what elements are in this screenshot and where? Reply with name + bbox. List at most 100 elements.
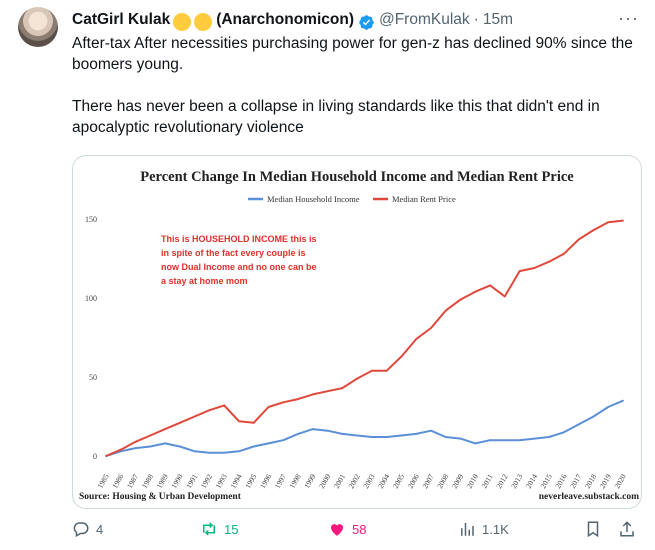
x-tick-label: 2009 bbox=[450, 472, 465, 490]
x-tick-label: 1994 bbox=[228, 472, 243, 490]
data-point bbox=[563, 431, 565, 434]
data-point bbox=[193, 415, 196, 418]
annotation-line: now Dual Income and no one can be bbox=[161, 262, 317, 272]
x-tick-label: 2000 bbox=[317, 472, 332, 490]
x-tick-label: 2020 bbox=[612, 472, 627, 490]
chart-legend: Median Household Income Median Rent Pric… bbox=[248, 194, 456, 204]
data-point bbox=[164, 428, 166, 431]
chart-title: Percent Change In Median Household Incom… bbox=[140, 169, 574, 185]
reply-count: 4 bbox=[96, 521, 104, 537]
like-button[interactable]: 58 bbox=[328, 520, 366, 538]
x-tick-label: 2006 bbox=[406, 472, 421, 490]
tweet[interactable]: CatGirl Kulak (Anarchonomicon) @FromKula… bbox=[0, 0, 655, 550]
tweet-text-paragraph-1: After-tax After necessities purchasing p… bbox=[72, 35, 633, 73]
author-suffix[interactable]: (Anarchonomicon) bbox=[216, 11, 354, 29]
data-point bbox=[400, 355, 403, 358]
x-tick-label: 2010 bbox=[465, 472, 480, 490]
x-tick-label: 1993 bbox=[214, 472, 229, 490]
data-point bbox=[134, 440, 137, 443]
like-count: 58 bbox=[352, 521, 367, 537]
annotation-line: a stay at home mom bbox=[161, 276, 248, 286]
x-axis: 1985 1986 1987 1988 1989 1990 1991 1992 1993 1994… bbox=[95, 472, 627, 490]
data-point bbox=[518, 439, 521, 442]
data-point bbox=[238, 450, 240, 453]
data-point bbox=[119, 448, 122, 451]
data-point bbox=[385, 436, 388, 438]
y-tick-label: 150 bbox=[85, 215, 97, 224]
share-button[interactable] bbox=[618, 520, 642, 538]
data-point bbox=[149, 434, 152, 437]
x-tick-label: 1996 bbox=[258, 472, 273, 490]
data-point bbox=[356, 377, 359, 380]
chart-annotation: This is HOUSEHOLD INCOME this is in spite… bbox=[161, 234, 317, 286]
data-point bbox=[503, 295, 506, 298]
data-point bbox=[208, 409, 211, 412]
data-point bbox=[208, 451, 211, 454]
tweet-media-image[interactable]: Percent Change In Median Household Incom… bbox=[72, 155, 642, 509]
x-tick-label: 1988 bbox=[140, 472, 155, 490]
data-point bbox=[533, 267, 536, 269]
x-tick-label: 1986 bbox=[110, 472, 125, 490]
x-tick-label: 1997 bbox=[273, 472, 288, 490]
avatar[interactable] bbox=[18, 7, 58, 47]
x-tick-label: 2019 bbox=[598, 472, 613, 490]
x-tick-label: 1991 bbox=[184, 472, 199, 490]
timestamp[interactable]: 15m bbox=[483, 11, 513, 29]
data-point bbox=[223, 404, 226, 407]
y-axis: 0 50 100 150 bbox=[85, 215, 97, 461]
line-chart: Percent Change In Median Household Incom… bbox=[79, 169, 639, 502]
data-point bbox=[415, 432, 418, 435]
data-point bbox=[149, 445, 152, 448]
chart-credit: neverleave.substack.com bbox=[539, 492, 639, 502]
data-point bbox=[415, 338, 418, 340]
data-point bbox=[105, 455, 107, 457]
bookmark-button[interactable] bbox=[584, 520, 608, 538]
x-tick-label: 2017 bbox=[568, 472, 583, 490]
y-tick-label: 0 bbox=[93, 452, 97, 461]
retweet-button[interactable]: 15 bbox=[200, 520, 238, 538]
x-tick-label: 1989 bbox=[155, 472, 170, 490]
retweet-icon bbox=[203, 522, 215, 536]
data-point bbox=[252, 445, 255, 448]
data-point bbox=[311, 393, 314, 396]
annotation-line: This is HOUSEHOLD INCOME this is bbox=[161, 234, 317, 244]
x-tick-label: 2015 bbox=[539, 472, 554, 490]
data-point bbox=[193, 450, 196, 453]
data-point bbox=[297, 398, 299, 401]
data-point bbox=[178, 421, 181, 424]
author-name[interactable]: CatGirl Kulak bbox=[72, 11, 170, 29]
data-point bbox=[548, 436, 551, 438]
retweet-count: 15 bbox=[224, 521, 239, 537]
data-point bbox=[370, 369, 373, 372]
data-point bbox=[341, 432, 344, 435]
views-button[interactable]: 1.1K bbox=[458, 520, 509, 538]
data-point bbox=[577, 238, 580, 241]
x-tick-label: 2004 bbox=[376, 472, 391, 490]
x-tick-label: 1995 bbox=[243, 472, 258, 490]
chart-source: Source: Housing & Urban Development bbox=[79, 492, 242, 502]
x-tick-label: 2008 bbox=[435, 472, 450, 490]
more-options-icon[interactable]: ··· bbox=[618, 8, 639, 29]
data-point bbox=[385, 369, 388, 372]
data-point bbox=[563, 252, 565, 255]
x-tick-label: 1985 bbox=[95, 472, 110, 490]
x-tick-label: 1998 bbox=[287, 472, 302, 490]
x-tick-label: 2014 bbox=[524, 472, 539, 490]
x-tick-label: 2012 bbox=[494, 472, 509, 490]
x-tick-label: 2013 bbox=[509, 472, 524, 490]
data-point bbox=[577, 423, 580, 426]
data-point bbox=[592, 415, 595, 418]
x-tick-label: 2018 bbox=[583, 472, 598, 490]
data-point bbox=[341, 387, 344, 389]
data-point bbox=[238, 420, 240, 423]
data-point bbox=[459, 437, 462, 440]
data-point bbox=[548, 260, 551, 263]
data-point bbox=[282, 401, 285, 404]
data-point bbox=[592, 229, 595, 231]
data-point bbox=[489, 439, 491, 442]
data-point bbox=[444, 436, 447, 438]
data-point bbox=[134, 447, 137, 449]
data-point bbox=[326, 429, 329, 432]
reply-button[interactable]: 4 bbox=[72, 520, 103, 538]
author-handle[interactable]: @FromKulak bbox=[379, 11, 470, 29]
